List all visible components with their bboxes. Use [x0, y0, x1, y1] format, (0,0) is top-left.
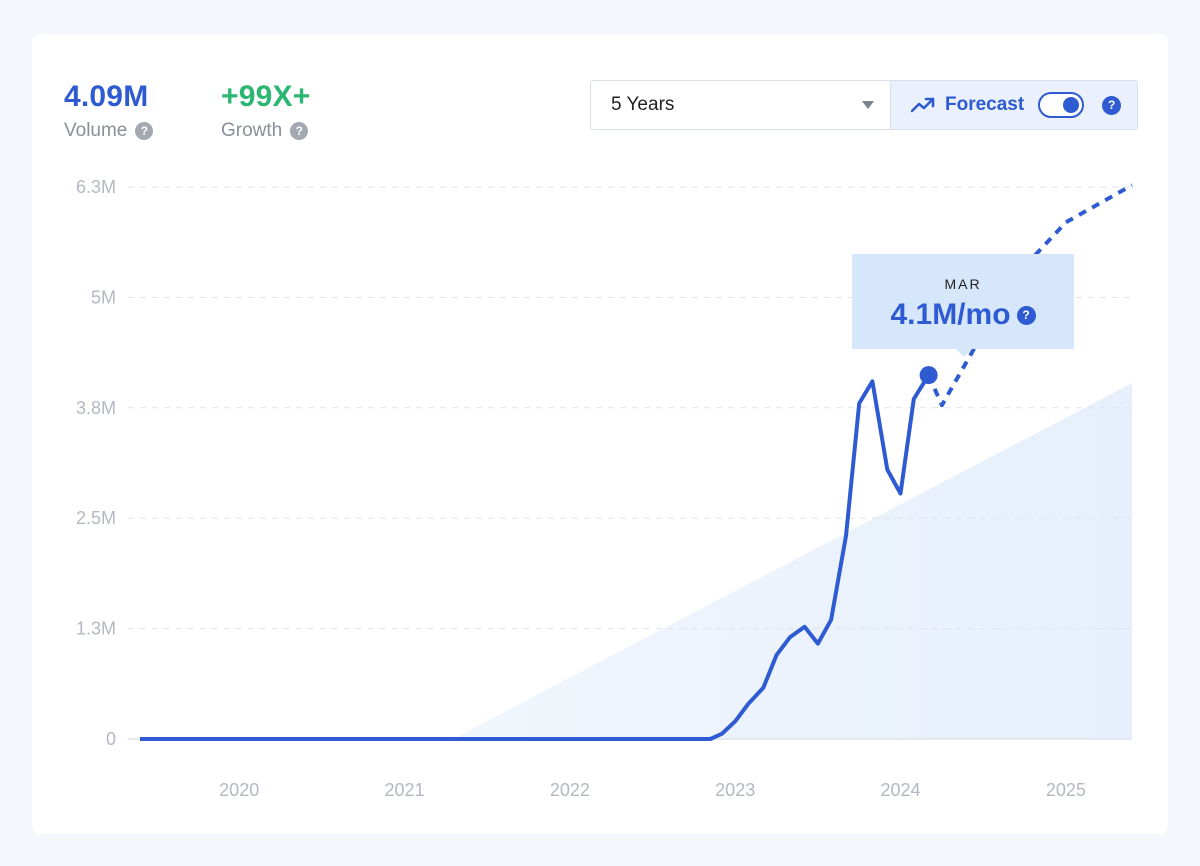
x-tick-label: 2022	[550, 780, 590, 800]
y-tick-label: 5M	[91, 287, 116, 307]
x-tick-label: 2020	[219, 780, 259, 800]
trend-card: 4.09M Volume ? +99X+ Growth ? 5 Years Fo…	[32, 34, 1168, 834]
tooltip-value: 4.1M/mo	[890, 298, 1011, 331]
highlight-point	[919, 366, 938, 385]
x-tick-label: 2023	[715, 780, 755, 800]
tooltip-month: MAR	[944, 276, 982, 292]
x-tick-label: 2025	[1046, 780, 1086, 800]
trend-chart: 0 1.3M 2.5M 3.8M 5M 6.3M 2020 2021 2022 2023 2024 2…	[76, 177, 1133, 800]
x-tick-label: 2021	[385, 780, 425, 800]
tooltip-help-icon[interactable]: ?	[1016, 305, 1036, 325]
y-tick-label: 2.5M	[76, 508, 116, 528]
tooltip-value-row: 4.1M/mo ?	[852, 298, 1074, 332]
x-tick-label: 2024	[881, 780, 921, 800]
y-tick-label: 1.3M	[76, 619, 116, 639]
y-tick-label: 6.3M	[76, 177, 116, 197]
trend-area	[452, 383, 1133, 739]
y-tick-label: 3.8M	[76, 398, 116, 418]
y-tick-label: 0	[106, 729, 116, 749]
chart-tooltip: MAR 4.1M/mo ?	[852, 254, 1074, 357]
